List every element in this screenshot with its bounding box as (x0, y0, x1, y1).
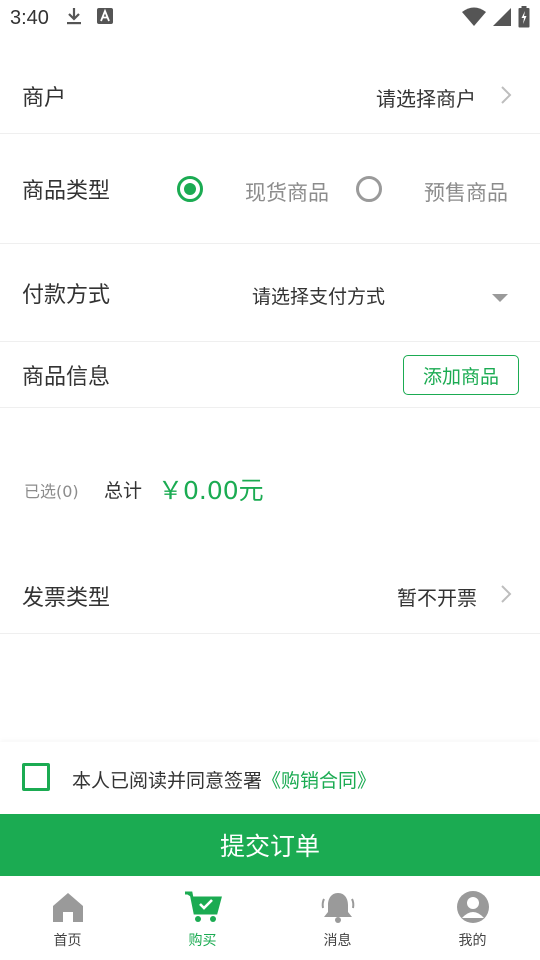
home-icon (51, 890, 85, 928)
merchant-label: 商户 (22, 85, 67, 111)
status-time: 3:40 (10, 6, 49, 29)
battery-icon (518, 6, 530, 32)
cart-icon (184, 890, 222, 928)
signal-icon (492, 7, 512, 31)
agreement-statement: 本人已阅读并同意签署 (72, 770, 263, 792)
invoice-label: 发票类型 (22, 585, 111, 611)
agreement-text: 本人已阅读并同意签署《购销合同》 (72, 766, 376, 793)
product-info-label: 商品信息 (22, 364, 111, 390)
tab-profile[interactable]: 我的 (405, 876, 540, 960)
contract-link[interactable]: 《购销合同》 (262, 770, 376, 792)
radio-presale-goods[interactable] (356, 176, 382, 202)
total-value: ￥0.00元 (158, 476, 264, 505)
download-icon (65, 6, 83, 30)
app-notification-icon (96, 8, 113, 28)
radio-spot-goods[interactable] (177, 176, 203, 202)
agreement-checkbox[interactable] (22, 763, 50, 791)
bottom-tab-bar: 首页 购买 消息 我的 (0, 876, 540, 960)
wifi-icon (462, 7, 486, 31)
merchant-value: 请选择商户 (376, 87, 476, 111)
agreement-bar: 本人已阅读并同意签署《购销合同》 (0, 742, 540, 814)
submit-order-button[interactable]: 提交订单 (0, 814, 540, 876)
payment-label: 付款方式 (22, 282, 111, 308)
add-product-button[interactable]: 添加商品 (403, 355, 519, 395)
order-summary: 已选(0) 总计 ￥0.00元 (0, 408, 540, 568)
status-bar: 3:40 (0, 0, 540, 36)
tab-home[interactable]: 首页 (0, 876, 135, 960)
invoice-row[interactable]: 发票类型 暂不开票 (0, 558, 540, 634)
tab-buy[interactable]: 购买 (135, 876, 270, 960)
payment-select[interactable]: 请选择支付方式 (252, 282, 385, 309)
product-info-row: 商品信息 添加商品 (0, 342, 540, 408)
invoice-value: 暂不开票 (397, 586, 477, 610)
chevron-right-icon (500, 85, 512, 109)
tab-messages[interactable]: 消息 (270, 876, 405, 960)
product-type-row: 商品类型 现货商品 预售商品 (0, 134, 540, 244)
bell-icon (320, 890, 356, 928)
option-presale-goods-label[interactable]: 预售商品 (424, 177, 508, 207)
user-icon (456, 890, 490, 928)
tab-home-label: 首页 (53, 933, 82, 949)
tab-messages-label: 消息 (323, 933, 352, 949)
total-label: 总计 (104, 480, 143, 502)
dropdown-arrow-icon (492, 289, 508, 308)
chevron-right-icon (500, 584, 512, 608)
tab-buy-label: 购买 (188, 933, 217, 949)
payment-row[interactable]: 付款方式 请选择支付方式 (0, 244, 540, 342)
tab-profile-label: 我的 (458, 933, 487, 949)
product-type-label: 商品类型 (22, 178, 111, 204)
option-spot-goods-label[interactable]: 现货商品 (245, 177, 329, 207)
selected-count: 已选(0) (24, 482, 79, 501)
merchant-row[interactable]: 商户 请选择商户 (0, 58, 540, 134)
